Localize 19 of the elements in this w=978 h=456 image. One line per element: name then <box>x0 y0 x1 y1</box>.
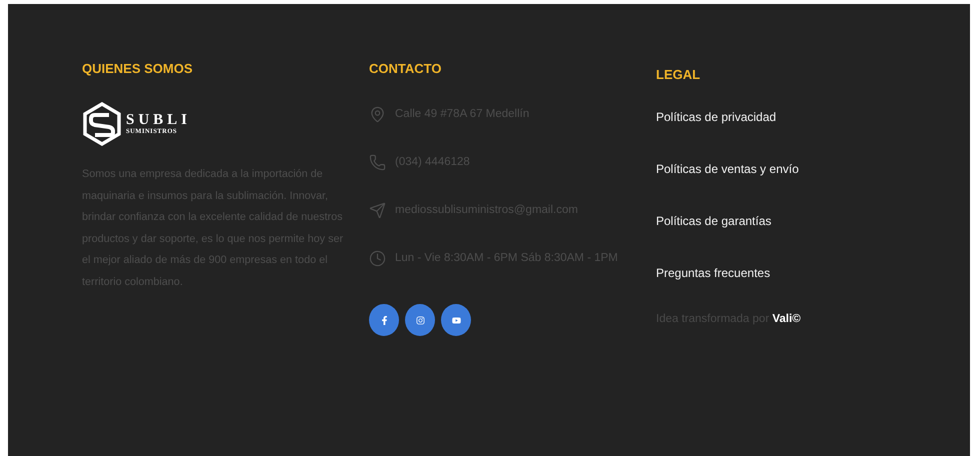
hours-icon <box>369 250 386 266</box>
legal-link[interactable]: Políticas de garantías <box>656 212 772 230</box>
legal-link[interactable]: Preguntas frecuentes <box>656 264 770 282</box>
section-heading: QUIENES SOMOS <box>82 60 193 78</box>
logo-name: SUBLI <box>126 112 192 128</box>
phone-icon <box>369 154 386 170</box>
email-icon <box>369 202 386 218</box>
legal-link[interactable]: Políticas de privacidad <box>656 108 776 126</box>
facebook-button[interactable] <box>369 304 399 336</box>
youtube-button[interactable] <box>441 304 471 336</box>
instagram-button[interactable] <box>405 304 435 336</box>
instagram-icon <box>416 316 424 324</box>
section-heading: CONTACTO <box>369 60 442 78</box>
address-icon <box>369 106 386 122</box>
youtube-icon <box>452 316 460 324</box>
facebook-icon <box>380 316 388 324</box>
hexagon-logo-icon <box>82 102 122 146</box>
legal-link[interactable]: Políticas de ventas y envío <box>656 160 799 178</box>
section-heading: LEGAL <box>656 66 700 84</box>
